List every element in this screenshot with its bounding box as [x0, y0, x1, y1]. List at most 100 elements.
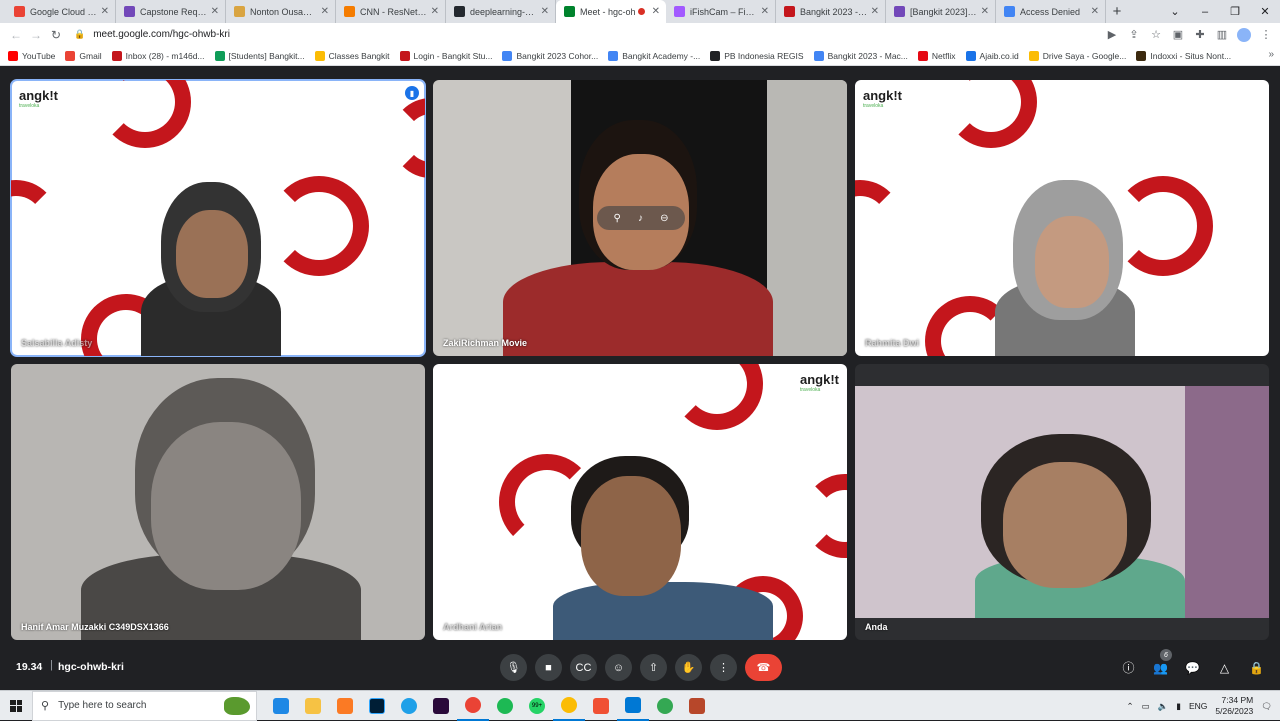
remove-icon[interactable]: ⊖ [660, 213, 668, 224]
mute-participant-icon[interactable]: ♪ [638, 213, 643, 224]
participant-tile[interactable]: angk!t traveloka Rahmita Dwi [855, 80, 1269, 356]
camera-button[interactable]: ■ [535, 654, 562, 681]
bookmark-item[interactable]: Classes Bangkit [314, 50, 390, 61]
host-controls-icon[interactable]: 🔒 [1247, 658, 1266, 677]
pin-icon[interactable]: ⚲ [614, 213, 621, 224]
tab-close-icon[interactable]: ✕ [761, 6, 769, 17]
bookmark-item[interactable]: Inbox (28) - m146d... [111, 50, 205, 61]
browser-tab[interactable]: [Bangkit 2023] - Pr ✕ [886, 0, 996, 23]
volume-icon[interactable]: 🔈 [1158, 701, 1169, 712]
bookmark-star-icon[interactable]: ☆ [1148, 25, 1164, 43]
more-options-button[interactable]: ⋮ [710, 654, 737, 681]
close-window-button[interactable]: ✕ [1250, 0, 1280, 23]
vscode-icon[interactable] [617, 691, 649, 721]
photoshop-icon[interactable] [361, 691, 393, 721]
forward-button[interactable]: → [26, 25, 46, 45]
tab-close-icon[interactable]: ✕ [321, 6, 329, 17]
premiere-icon[interactable] [425, 691, 457, 721]
file-explorer-icon[interactable] [297, 691, 329, 721]
edge-icon[interactable] [393, 691, 425, 721]
tab-close-icon[interactable]: ✕ [981, 6, 989, 17]
back-button[interactable]: ← [6, 25, 26, 45]
browser-tab[interactable]: Bangkit 2023 - Pro ✕ [776, 0, 886, 23]
bookmark-item[interactable]: Bangkit 2023 - Mac... [813, 50, 908, 61]
address-bar[interactable]: 🔒 meet.google.com/hgc-ohwb-kri [74, 26, 230, 44]
people-icon[interactable]: 👥 6 [1151, 649, 1172, 677]
new-tab-button[interactable]: + [1106, 0, 1128, 23]
whatsapp-icon[interactable]: 99+ [521, 691, 553, 721]
tab-close-icon[interactable]: ✕ [431, 6, 439, 17]
bookmark-label: Drive Saya - Google... [1042, 50, 1127, 61]
bookmark-item[interactable]: Login - Bangkit Stu... [399, 50, 492, 61]
meeting-details-icon[interactable]: ⓘ [1119, 658, 1138, 677]
browser-tab[interactable]: Meet - hgc-oh ✕ [556, 0, 666, 23]
extensions-puzzle-icon[interactable]: ✚ [1192, 25, 1208, 43]
bookmark-item[interactable]: Ajaib.co.id [965, 50, 1019, 61]
camera-in-use-icon[interactable]: ▶ [1104, 25, 1120, 43]
menu-kebab-icon[interactable]: ⋮ [1258, 25, 1274, 43]
browser-tab[interactable]: Capstone Request ✕ [116, 0, 226, 23]
spotify-icon[interactable] [489, 691, 521, 721]
bookmark-label: Netflix [931, 50, 956, 61]
participant-tile[interactable]: Hanif Amar Muzakki C349DSX1366 [11, 364, 425, 640]
reactions-button[interactable]: ☺ [605, 654, 632, 681]
chat-icon[interactable]: 💬 [1183, 658, 1202, 677]
tray-overflow-icon[interactable]: ⌃ [1127, 701, 1134, 712]
battery-icon[interactable]: ▮ [1176, 701, 1181, 712]
browser-tab[interactable]: Nonton Ousama R ✕ [226, 0, 336, 23]
present-screen-button[interactable]: ⇧ [640, 654, 667, 681]
microphone-button[interactable]: 🎙 [500, 654, 527, 681]
leave-call-button[interactable]: ☎ [745, 654, 782, 681]
browser-tab[interactable]: Access Denied ✕ [996, 0, 1106, 23]
language-indicator[interactable]: ENG [1189, 701, 1207, 711]
participant-tile[interactable]: Anda [855, 364, 1269, 640]
chrome-alt-icon[interactable] [649, 691, 681, 721]
reload-button[interactable]: ↻ [46, 25, 66, 45]
chrome-icon[interactable] [457, 691, 489, 721]
tab-close-icon[interactable]: ✕ [652, 6, 660, 17]
tab-close-icon[interactable]: ✕ [1091, 6, 1099, 17]
tab-close-icon[interactable]: ✕ [871, 6, 879, 17]
captions-button[interactable]: CC [570, 654, 597, 681]
activities-icon[interactable]: △ [1215, 658, 1234, 677]
raise-hand-button[interactable]: ✋ [675, 654, 702, 681]
xampp-icon[interactable] [329, 691, 361, 721]
tab-close-icon[interactable]: ✕ [211, 6, 219, 17]
bookmark-item[interactable]: YouTube [8, 50, 56, 61]
participant-tile[interactable]: ⚲ ♪ ⊖ ZakiRichman Movie [433, 80, 847, 356]
bookmark-item[interactable]: PB Indonesia REGIS [710, 50, 804, 61]
network-icon[interactable]: ▭ [1142, 701, 1150, 712]
taskbar-search-box[interactable]: ⚲ Type here to search [32, 690, 257, 721]
share-icon[interactable]: ⇪ [1126, 25, 1142, 43]
chrome-profile-icon[interactable] [553, 691, 585, 721]
tab-close-icon[interactable]: ✕ [101, 6, 109, 17]
task-view-icon[interactable] [265, 691, 297, 721]
tab-search-icon[interactable]: ⌄ [1160, 0, 1190, 23]
git-icon[interactable] [585, 691, 617, 721]
office-icon[interactable] [681, 691, 713, 721]
participant-tile[interactable]: angk!t traveloka Ardhani Arian [433, 364, 847, 640]
bookmark-label: YouTube [22, 50, 56, 61]
bookmark-item[interactable]: Drive Saya - Google... [1028, 50, 1127, 61]
browser-tab[interactable]: iFishCam – Figma ✕ [666, 0, 776, 23]
tab-close-icon[interactable]: ✕ [541, 6, 549, 17]
minimize-button[interactable]: – [1190, 0, 1220, 23]
notifications-icon[interactable]: 🗨 [1261, 701, 1272, 712]
bookmark-item[interactable]: Netflix [917, 50, 956, 61]
browser-tab[interactable]: deeplearning-mod ✕ [446, 0, 556, 23]
more-bookmarks-icon[interactable]: » [1268, 49, 1274, 60]
browser-tab[interactable]: CNN - ResNet50.ip✕ [336, 0, 446, 23]
extension-icon[interactable]: ▣ [1170, 25, 1186, 43]
side-panel-icon[interactable]: ▥ [1214, 25, 1230, 43]
bookmark-item[interactable]: Bangkit Academy -... [608, 50, 700, 61]
bookmark-item[interactable]: Indoxxi - Situs Nont... [1136, 50, 1231, 61]
participant-tile[interactable]: angk!t traveloka ▮ Salsabilla Adisty [10, 79, 426, 357]
bookmark-item[interactable]: Gmail [65, 50, 102, 61]
start-button[interactable] [0, 691, 32, 721]
browser-tab[interactable]: Google Cloud Cred✕ [6, 0, 116, 23]
profile-avatar[interactable] [1236, 25, 1252, 43]
taskbar-clock[interactable]: 7:34 PM 5/26/2023 [1215, 695, 1253, 717]
bookmark-item[interactable]: Bangkit 2023 Cohor... [502, 50, 598, 61]
bookmark-item[interactable]: [Students] Bangkit... [214, 50, 305, 61]
restore-button[interactable]: ❐ [1220, 0, 1250, 23]
